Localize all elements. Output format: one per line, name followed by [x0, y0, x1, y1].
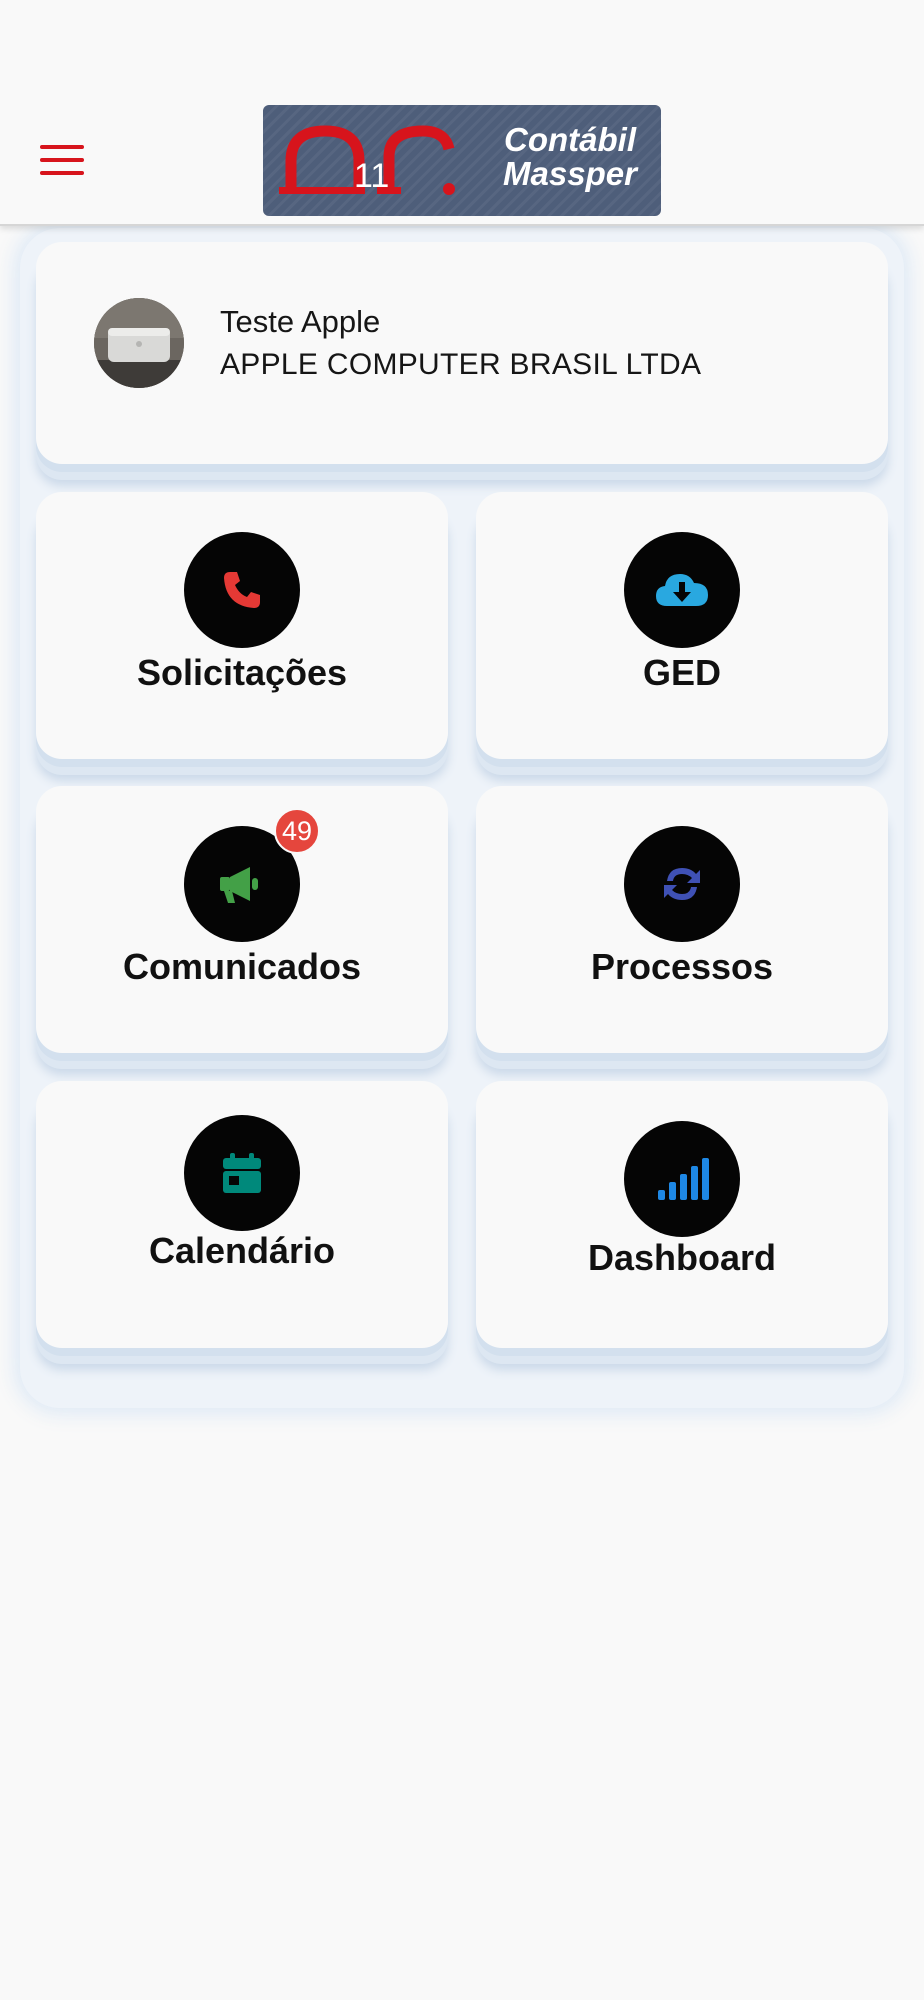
tile-label: Dashboard: [587, 1237, 777, 1278]
logo-mark-digits: 11: [354, 157, 390, 195]
profile-company: APPLE COMPUTER BRASIL LTDA: [220, 348, 702, 381]
tile-label: Solicitações: [136, 652, 348, 693]
tile-processos[interactable]: Processos: [476, 786, 888, 1053]
contabil-massper-logo: 11 Contábil Massper: [263, 105, 661, 216]
sync-icon: [624, 826, 740, 942]
notification-badge: 49: [274, 808, 320, 854]
logo-text: Contábil Massper: [495, 123, 645, 191]
hamburger-menu-icon[interactable]: [40, 140, 84, 180]
tile-label: Comunicados: [122, 946, 362, 987]
logo-text-line1: Contábil: [504, 121, 636, 158]
tile-dashboard[interactable]: Dashboard: [476, 1081, 888, 1348]
logo-text-line2: Massper: [503, 155, 637, 192]
tile-ged[interactable]: GED: [476, 492, 888, 759]
calendar-icon: [184, 1115, 300, 1231]
tile-calendario[interactable]: Calendário: [36, 1081, 448, 1348]
tile-solicitacoes[interactable]: Solicitações: [36, 492, 448, 759]
profile-card[interactable]: Teste Apple APPLE COMPUTER BRASIL LTDA: [36, 242, 888, 464]
signal-bars-icon: [624, 1121, 740, 1237]
tile-label: Calendário: [148, 1230, 336, 1271]
profile-name: Teste Apple: [220, 304, 381, 339]
cloud-download-icon: [624, 532, 740, 648]
tile-label: Processos: [590, 946, 774, 987]
app-header: 11 Contábil Massper: [0, 0, 924, 226]
tile-comunicados[interactable]: Comunicados: [36, 786, 448, 1053]
phone-icon: [184, 532, 300, 648]
avatar: [94, 298, 184, 388]
tile-label: GED: [642, 652, 721, 693]
